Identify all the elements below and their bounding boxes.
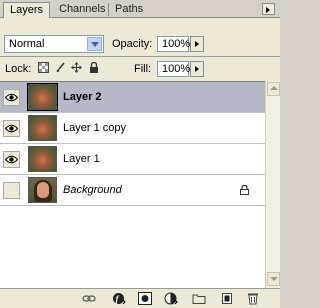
layer-lock-icon: [240, 185, 249, 195]
layer-row-background[interactable]: Background: [0, 175, 265, 206]
visibility-toggle[interactable]: [3, 89, 20, 106]
layer-thumbnail: [28, 146, 57, 172]
lock-transparent-icon[interactable]: [37, 62, 49, 74]
opacity-slider-button[interactable]: [190, 36, 204, 52]
new-layer-icon[interactable]: [220, 292, 234, 305]
layer-name[interactable]: Layer 1 copy: [63, 122, 126, 134]
layer-row-layer-2[interactable]: Layer 2: [0, 82, 265, 113]
scroll-up-icon[interactable]: [267, 82, 280, 96]
tab-channels[interactable]: Channels: [53, 2, 111, 17]
eye-icon: [5, 124, 18, 133]
layer-name[interactable]: Layer 1: [63, 153, 100, 165]
layers-scrollbar[interactable]: [265, 81, 280, 288]
lock-label: Lock:: [5, 63, 32, 75]
eye-icon: [5, 93, 18, 102]
options-divider: [0, 56, 280, 57]
scroll-down-icon[interactable]: [267, 272, 280, 286]
layer-thumbnail: [28, 115, 57, 141]
blend-mode-select[interactable]: Normal: [4, 35, 104, 53]
layer-row-layer-1-copy[interactable]: Layer 1 copy: [0, 113, 265, 144]
layer-thumbnail: [27, 83, 58, 111]
link-layers-icon[interactable]: [82, 292, 96, 305]
tab-paths[interactable]: Paths: [109, 2, 149, 17]
lock-all-icon[interactable]: [88, 61, 100, 74]
opacity-label: Opacity:: [112, 38, 153, 50]
palette-tab-bar: Layers Channels Paths: [0, 0, 280, 18]
eye-icon: [5, 155, 18, 164]
delete-layer-icon[interactable]: [246, 292, 260, 305]
palette-bottom-bar: f: [0, 288, 280, 308]
layer-thumbnail: [28, 177, 57, 203]
layer-mask-icon[interactable]: [138, 292, 152, 305]
palette-menu-icon[interactable]: [262, 3, 275, 15]
tab-layers[interactable]: Layers: [3, 2, 51, 18]
layer-row-layer-1[interactable]: Layer 1: [0, 144, 265, 175]
fill-label: Fill:: [134, 63, 152, 75]
adjustment-layer-icon[interactable]: [164, 292, 178, 305]
blend-opacity-row: Normal Opacity: 100%: [0, 33, 280, 55]
layer-name[interactable]: Background: [63, 184, 122, 196]
layer-name[interactable]: Layer 2: [63, 91, 102, 103]
lock-brush-icon[interactable]: [54, 62, 66, 74]
fill-input[interactable]: 100%: [157, 61, 190, 77]
fill-slider-button[interactable]: [190, 61, 204, 77]
visibility-toggle[interactable]: [3, 151, 20, 168]
layers-palette: Layers Channels Paths Normal Opacity: 10…: [0, 0, 280, 308]
chevron-down-icon[interactable]: [87, 37, 102, 51]
face-shape: [37, 182, 49, 198]
lock-fill-row: Lock: Fill: 100%: [0, 58, 280, 80]
lock-move-icon[interactable]: [70, 62, 82, 74]
layers-list: Layer 2 Layer 1 copy Layer 1 Background: [0, 81, 265, 289]
new-group-icon[interactable]: [192, 292, 206, 305]
visibility-toggle[interactable]: [3, 182, 20, 199]
blend-mode-value: Normal: [9, 38, 45, 50]
opacity-input[interactable]: 100%: [157, 36, 190, 52]
layer-style-icon[interactable]: f: [112, 292, 126, 305]
visibility-toggle[interactable]: [3, 120, 20, 137]
